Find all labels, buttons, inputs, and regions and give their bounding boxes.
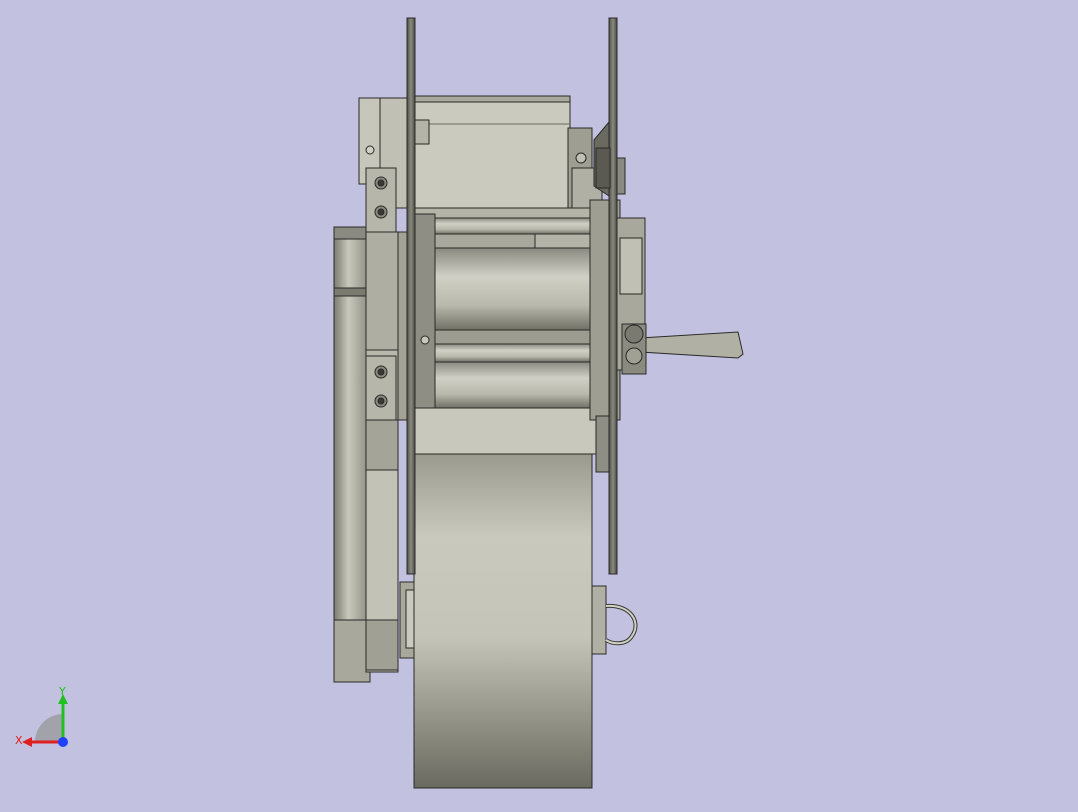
drive-wheel xyxy=(399,453,638,789)
left-side-frame xyxy=(333,226,399,683)
roller-stack xyxy=(397,207,611,455)
lower-bracket xyxy=(365,355,397,421)
cad-viewport[interactable]: Y X xyxy=(0,0,1078,808)
clamp-lever xyxy=(621,323,744,375)
x-axis-label: X xyxy=(15,734,23,747)
y-axis-label: Y xyxy=(58,685,66,698)
coordinate-triad-icon: Y X xyxy=(15,685,68,747)
z-axis-icon xyxy=(58,737,68,747)
upper-bracket xyxy=(365,167,397,233)
cad-model xyxy=(333,17,744,789)
triad-plane-icon xyxy=(35,714,63,742)
